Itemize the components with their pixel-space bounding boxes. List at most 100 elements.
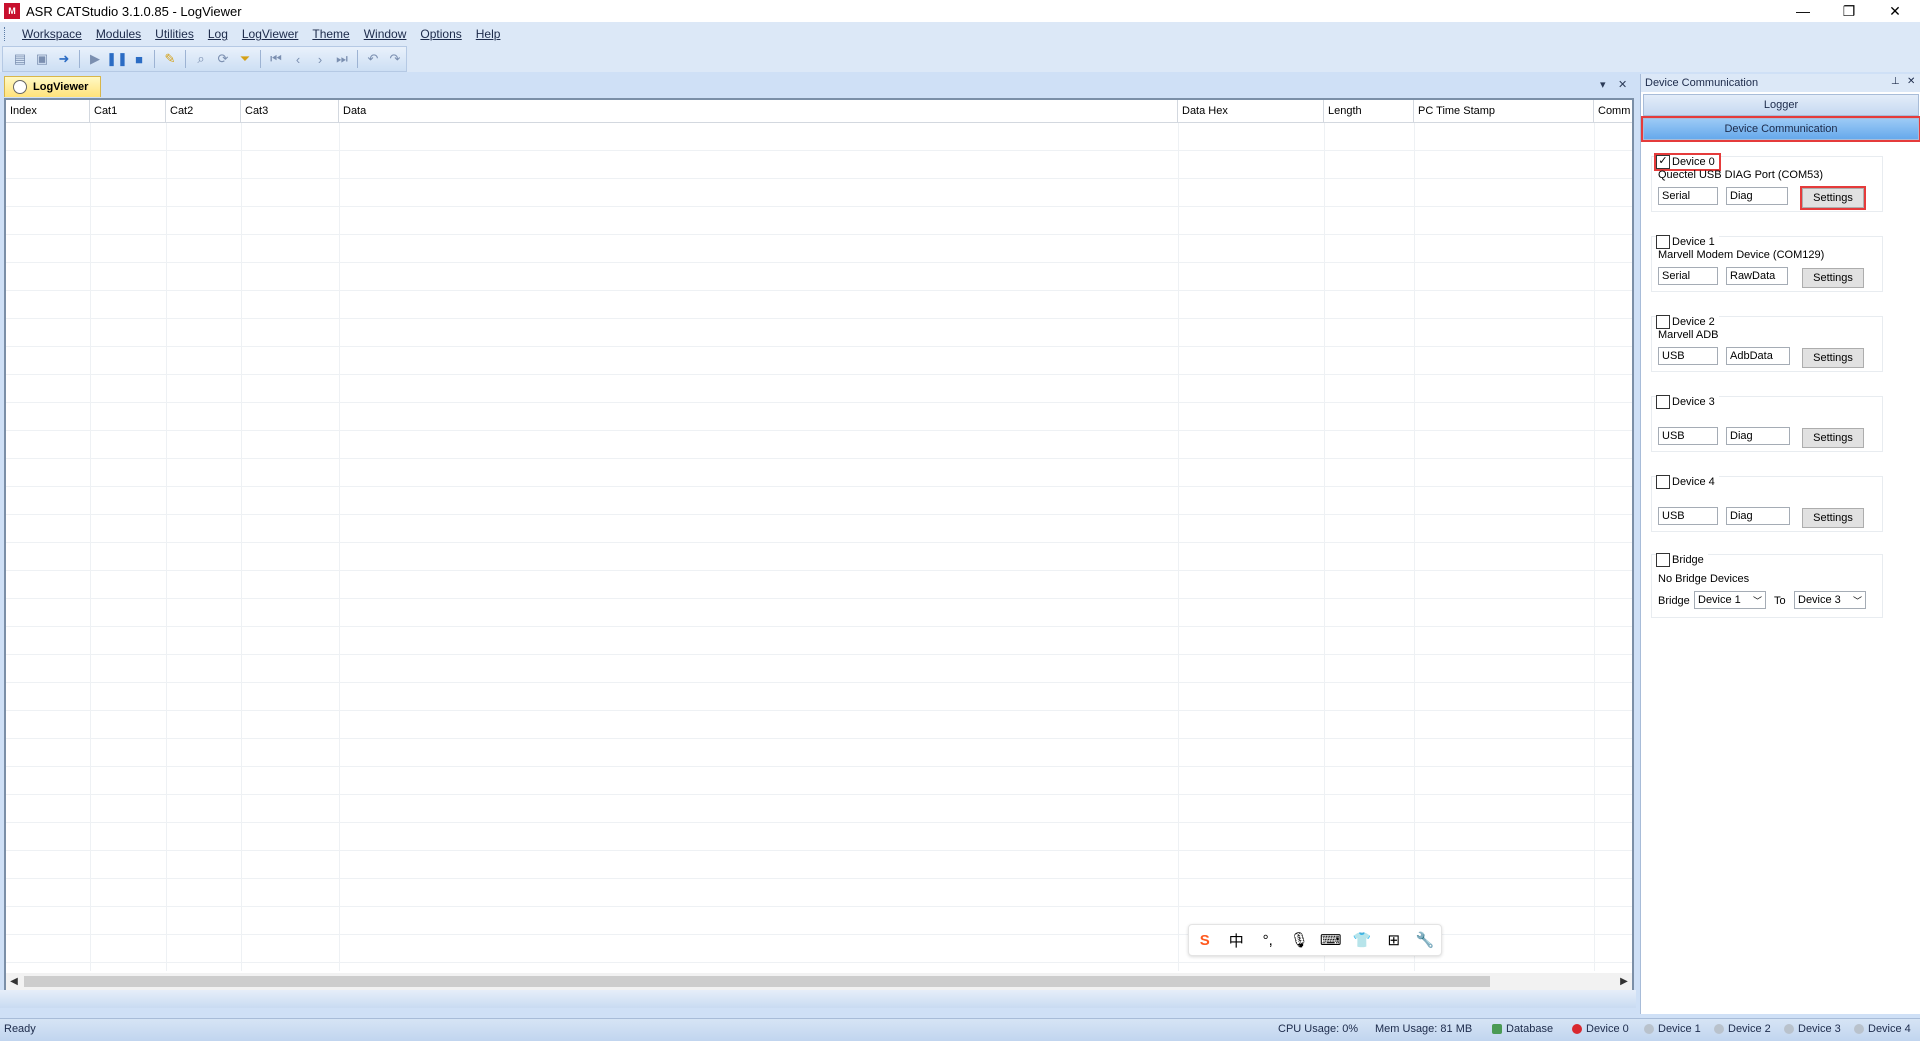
tools-icon[interactable]: 🔧 <box>1412 931 1438 949</box>
device-3-interface-field[interactable]: USB <box>1658 427 1718 445</box>
refresh-icon[interactable]: ⟳ <box>213 49 233 69</box>
scroll-thumb[interactable] <box>24 976 1490 987</box>
device-4-settings-button[interactable]: Settings <box>1802 508 1864 528</box>
export-icon[interactable]: ➜ <box>54 49 74 69</box>
device-0-mode-field[interactable]: Diag <box>1726 187 1788 205</box>
first-icon[interactable]: ⏮ <box>266 49 286 69</box>
bridge-to-value: Device 3 <box>1798 594 1841 606</box>
device-3-settings-button[interactable]: Settings <box>1802 428 1864 448</box>
minimize-button[interactable]: — <box>1780 0 1826 22</box>
device-0-interface-field[interactable]: Serial <box>1658 187 1718 205</box>
menu-workspace[interactable]: Workspace <box>22 27 82 41</box>
col-cat3[interactable]: Cat3 <box>241 100 339 122</box>
device-2-settings-button[interactable]: Settings <box>1802 348 1864 368</box>
ime-toolbar: S 中 °, 🎙 ⌨ 👕 ⊞ 🔧 <box>1188 924 1442 956</box>
panel-close-icon[interactable]: ✕ <box>1907 76 1915 87</box>
filter-icon[interactable]: ⏷ <box>235 49 255 69</box>
bridge-from-select[interactable]: Device 1 ﹀ <box>1694 591 1766 609</box>
status-device-1[interactable]: Device 1 <box>1644 1023 1701 1035</box>
col-comm[interactable]: Comm <box>1594 100 1632 122</box>
device-1-name: Marvell Modem Device (COM129) <box>1658 249 1825 261</box>
tab-device-communication[interactable]: Device Communication <box>1641 116 1920 142</box>
grid-col-line <box>166 123 167 971</box>
device-1-settings-button[interactable]: Settings <box>1802 268 1864 288</box>
next-icon[interactable]: › <box>310 49 330 69</box>
horizontal-scrollbar[interactable]: ◀ ▶ <box>6 973 1632 990</box>
window-title: ASR CATStudio 3.1.0.85 - LogViewer <box>26 3 242 19</box>
bridge-to-select[interactable]: Device 3 ﹀ <box>1794 591 1866 609</box>
device-4-mode-field[interactable]: Diag <box>1726 507 1790 525</box>
device-4-interface-field[interactable]: USB <box>1658 507 1718 525</box>
device-4-checkbox[interactable]: Device 4 <box>1656 475 1719 489</box>
skin-icon[interactable]: 👕 <box>1349 931 1375 949</box>
device-2-mode-field[interactable]: AdbData <box>1726 347 1790 365</box>
microphone-icon[interactable]: 🎙 <box>1286 931 1312 949</box>
col-cat2[interactable]: Cat2 <box>166 100 241 122</box>
status-device-2[interactable]: Device 2 <box>1714 1023 1771 1035</box>
device-2-interface-field[interactable]: USB <box>1658 347 1718 365</box>
col-length[interactable]: Length <box>1324 100 1414 122</box>
menu-window[interactable]: Window <box>364 27 407 41</box>
open-icon[interactable]: ▤ <box>10 49 30 69</box>
menu-logviewer[interactable]: LogViewer <box>242 27 298 41</box>
col-pc-time-stamp[interactable]: PC Time Stamp <box>1414 100 1594 122</box>
sogou-logo-icon[interactable]: S <box>1192 932 1218 949</box>
status-device-3[interactable]: Device 3 <box>1784 1023 1841 1035</box>
redo-icon[interactable]: ↷ <box>385 49 405 69</box>
menu-utilities[interactable]: Utilities <box>155 27 194 41</box>
last-icon[interactable]: ⏭ <box>332 49 352 69</box>
scroll-right-icon[interactable]: ▶ <box>1616 976 1632 987</box>
save-icon[interactable]: ▣ <box>32 49 52 69</box>
apps-grid-icon[interactable]: ⊞ <box>1381 931 1407 949</box>
tab-label: LogViewer <box>33 81 89 93</box>
toolbar-strip: ▤ ▣ ➜ ▶ ❚❚ ■ ✎ ⌕ ⟳ ⏷ ⏮ ‹ › ⏭ ↶ ↷ <box>2 46 407 72</box>
tab-close-icon[interactable]: ✕ <box>1618 78 1627 91</box>
device-0-settings-button[interactable]: Settings <box>1800 186 1866 210</box>
prev-icon[interactable]: ‹ <box>288 49 308 69</box>
play-icon[interactable]: ▶ <box>85 49 105 69</box>
status-device-0[interactable]: Device 0 <box>1572 1023 1629 1035</box>
device-2-checkbox[interactable]: Device 2 <box>1656 315 1719 329</box>
tab-logviewer[interactable]: LogViewer <box>4 76 102 97</box>
col-data-hex[interactable]: Data Hex <box>1178 100 1324 122</box>
pin-icon[interactable]: ⊥ <box>1891 76 1900 87</box>
col-cat1[interactable]: Cat1 <box>90 100 166 122</box>
grid-body[interactable] <box>6 123 1632 971</box>
log-grid[interactable]: Index Cat1 Cat2 Cat3 Data Data Hex Lengt… <box>4 98 1634 992</box>
scroll-left-icon[interactable]: ◀ <box>6 976 22 987</box>
status-database[interactable]: Database <box>1492 1023 1553 1035</box>
punctuation-icon[interactable]: °, <box>1255 932 1281 949</box>
device-3-status-icon <box>1784 1024 1794 1034</box>
grid-col-line <box>1594 123 1595 971</box>
device-0-checkbox[interactable]: ✓ Device 0 <box>1654 153 1721 171</box>
restore-button[interactable]: ❐ <box>1826 0 1872 22</box>
device-3-checkbox[interactable]: Device 3 <box>1656 395 1719 409</box>
brush-icon[interactable]: ✎ <box>160 49 180 69</box>
menu-modules[interactable]: Modules <box>96 27 141 41</box>
device-1-interface-field[interactable]: Serial <box>1658 267 1718 285</box>
device-1-mode-field[interactable]: RawData <box>1726 267 1788 285</box>
tab-logger[interactable]: Logger <box>1643 94 1919 116</box>
close-button[interactable]: ✕ <box>1872 0 1918 22</box>
keyboard-icon[interactable]: ⌨ <box>1318 931 1344 949</box>
bridge-checkbox[interactable]: Bridge <box>1656 553 1708 567</box>
col-index[interactable]: Index <box>6 100 90 122</box>
stop-icon[interactable]: ■ <box>129 49 149 69</box>
tab-dropdown-icon[interactable]: ▾ <box>1600 78 1606 91</box>
col-data[interactable]: Data <box>339 100 1178 122</box>
undo-icon[interactable]: ↶ <box>363 49 383 69</box>
device-1-checkbox[interactable]: Device 1 <box>1656 235 1719 249</box>
device-3-mode-field[interactable]: Diag <box>1726 427 1790 445</box>
status-ready: Ready <box>4 1023 36 1035</box>
find-icon[interactable]: ⌕ <box>191 49 211 69</box>
device-0-name: Quectel USB DIAG Port (COM53) <box>1658 169 1824 181</box>
status-device-4[interactable]: Device 4 <box>1854 1023 1911 1035</box>
menu-help[interactable]: Help <box>476 27 501 41</box>
tab-device-communication-label: Device Communication <box>1724 123 1838 135</box>
menu-options[interactable]: Options <box>420 27 461 41</box>
menu-log[interactable]: Log <box>208 27 228 41</box>
pause-icon[interactable]: ❚❚ <box>106 49 128 69</box>
chinese-mode-icon[interactable]: 中 <box>1223 930 1249 951</box>
menu-theme[interactable]: Theme <box>312 27 349 41</box>
menu-grip[interactable] <box>4 27 8 41</box>
